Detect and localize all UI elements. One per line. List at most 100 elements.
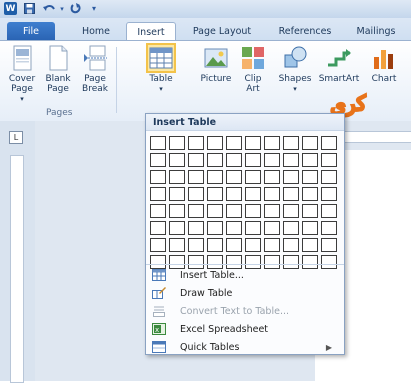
tab-selector-button[interactable]: L: [9, 131, 23, 144]
table-grid-cell[interactable]: [226, 136, 242, 150]
table-grid-cell[interactable]: [321, 170, 337, 184]
table-grid-cell[interactable]: [264, 136, 280, 150]
cover-page-button[interactable]: Cover Page ▾: [6, 45, 38, 104]
table-grid-cell[interactable]: [150, 170, 166, 184]
menu-item-excel-spreadsheet[interactable]: x Excel Spreadsheet: [146, 320, 344, 338]
table-grid-cell[interactable]: [321, 238, 337, 252]
table-grid-cell[interactable]: [207, 221, 223, 235]
smartart-icon: [326, 45, 352, 71]
shapes-button[interactable]: Shapes ▾: [276, 45, 314, 94]
table-grid-cell[interactable]: [321, 136, 337, 150]
table-button[interactable]: Table ▾: [146, 43, 176, 94]
table-grid-cell[interactable]: [245, 136, 261, 150]
table-size-grid[interactable]: [150, 136, 337, 269]
table-grid-cell[interactable]: [150, 187, 166, 201]
table-grid-cell[interactable]: [169, 204, 185, 218]
tab-references[interactable]: References: [274, 22, 336, 40]
table-grid-cell[interactable]: [283, 238, 299, 252]
word-logo-icon[interactable]: W: [4, 2, 17, 15]
table-grid-cell[interactable]: [302, 136, 318, 150]
table-grid-cell[interactable]: [302, 221, 318, 235]
table-grid-cell[interactable]: [169, 187, 185, 201]
undo-dropdown-icon[interactable]: ▾: [58, 2, 66, 15]
table-grid-cell[interactable]: [302, 170, 318, 184]
table-grid-cell[interactable]: [245, 153, 261, 167]
table-grid-cell[interactable]: [188, 221, 204, 235]
table-grid-cell[interactable]: [302, 238, 318, 252]
table-grid-cell[interactable]: [302, 204, 318, 218]
table-grid-cell[interactable]: [226, 204, 242, 218]
table-grid-cell[interactable]: [188, 136, 204, 150]
table-grid-cell[interactable]: [188, 187, 204, 201]
table-grid-cell[interactable]: [226, 153, 242, 167]
table-grid-cell[interactable]: [150, 153, 166, 167]
undo-icon[interactable]: [40, 2, 58, 15]
page-break-button[interactable]: Page Break: [78, 45, 112, 94]
tab-mailings[interactable]: Mailings: [350, 22, 402, 40]
redo-icon[interactable]: [68, 2, 84, 15]
table-grid-cell[interactable]: [283, 136, 299, 150]
table-grid-cell[interactable]: [302, 187, 318, 201]
smartart-button[interactable]: SmartArt: [318, 45, 360, 84]
customize-qat-icon[interactable]: ▾: [88, 2, 100, 15]
table-grid-cell[interactable]: [207, 153, 223, 167]
table-grid-cell[interactable]: [169, 238, 185, 252]
table-grid-cell[interactable]: [245, 238, 261, 252]
table-grid-cell[interactable]: [264, 187, 280, 201]
table-grid-cell[interactable]: [264, 170, 280, 184]
table-grid-cell[interactable]: [321, 221, 337, 235]
table-grid-cell[interactable]: [207, 204, 223, 218]
table-grid-cell[interactable]: [283, 204, 299, 218]
table-grid-cell[interactable]: [207, 187, 223, 201]
table-grid-cell[interactable]: [283, 170, 299, 184]
table-grid-cell[interactable]: [188, 204, 204, 218]
table-grid-cell[interactable]: [283, 153, 299, 167]
table-grid-cell[interactable]: [169, 136, 185, 150]
table-grid-cell[interactable]: [283, 187, 299, 201]
tab-insert[interactable]: Insert: [126, 22, 176, 42]
tab-page-layout[interactable]: Page Layout: [186, 22, 258, 40]
table-grid-cell[interactable]: [207, 170, 223, 184]
table-grid-cell[interactable]: [150, 204, 166, 218]
blank-page-button[interactable]: Blank Page: [42, 45, 74, 94]
table-grid-cell[interactable]: [169, 170, 185, 184]
table-grid-cell[interactable]: [245, 170, 261, 184]
table-grid-cell[interactable]: [245, 204, 261, 218]
clip-art-button[interactable]: Clip Art: [240, 45, 266, 94]
table-grid-cell[interactable]: [283, 221, 299, 235]
tab-file[interactable]: File: [7, 22, 55, 40]
table-grid-cell[interactable]: [188, 153, 204, 167]
table-grid-cell[interactable]: [226, 170, 242, 184]
table-grid-cell[interactable]: [264, 221, 280, 235]
table-grid-cell[interactable]: [150, 221, 166, 235]
table-grid-cell[interactable]: [207, 238, 223, 252]
table-grid-cell[interactable]: [169, 153, 185, 167]
table-grid-cell[interactable]: [226, 238, 242, 252]
table-grid-cell[interactable]: [226, 221, 242, 235]
table-grid-cell[interactable]: [207, 136, 223, 150]
table-grid-cell[interactable]: [264, 204, 280, 218]
table-grid-cell[interactable]: [321, 153, 337, 167]
table-grid-cell[interactable]: [150, 238, 166, 252]
table-grid-cell[interactable]: [321, 187, 337, 201]
table-grid-cell[interactable]: [169, 221, 185, 235]
table-grid-cell[interactable]: [188, 170, 204, 184]
picture-button[interactable]: Picture: [198, 45, 234, 84]
menu-item-quick-tables[interactable]: Quick Tables ▶: [146, 338, 344, 356]
table-grid-cell[interactable]: [150, 136, 166, 150]
table-grid-cell[interactable]: [321, 204, 337, 218]
save-icon[interactable]: [22, 2, 36, 15]
table-grid-cell[interactable]: [302, 153, 318, 167]
table-grid-cell[interactable]: [226, 187, 242, 201]
tab-home[interactable]: Home: [76, 22, 116, 40]
menu-item-draw-table[interactable]: Draw Table: [146, 284, 344, 302]
table-grid-cell[interactable]: [245, 187, 261, 201]
chart-button[interactable]: Chart: [368, 45, 400, 84]
table-grid-cell[interactable]: [188, 238, 204, 252]
menu-item-insert-table[interactable]: Insert Table...: [146, 266, 344, 284]
ribbon-tabs: File Home Insert Page Layout References …: [0, 18, 411, 42]
table-grid-cell[interactable]: [264, 153, 280, 167]
table-grid-cell[interactable]: [245, 221, 261, 235]
table-grid-cell[interactable]: [264, 238, 280, 252]
vertical-ruler[interactable]: [10, 155, 24, 383]
